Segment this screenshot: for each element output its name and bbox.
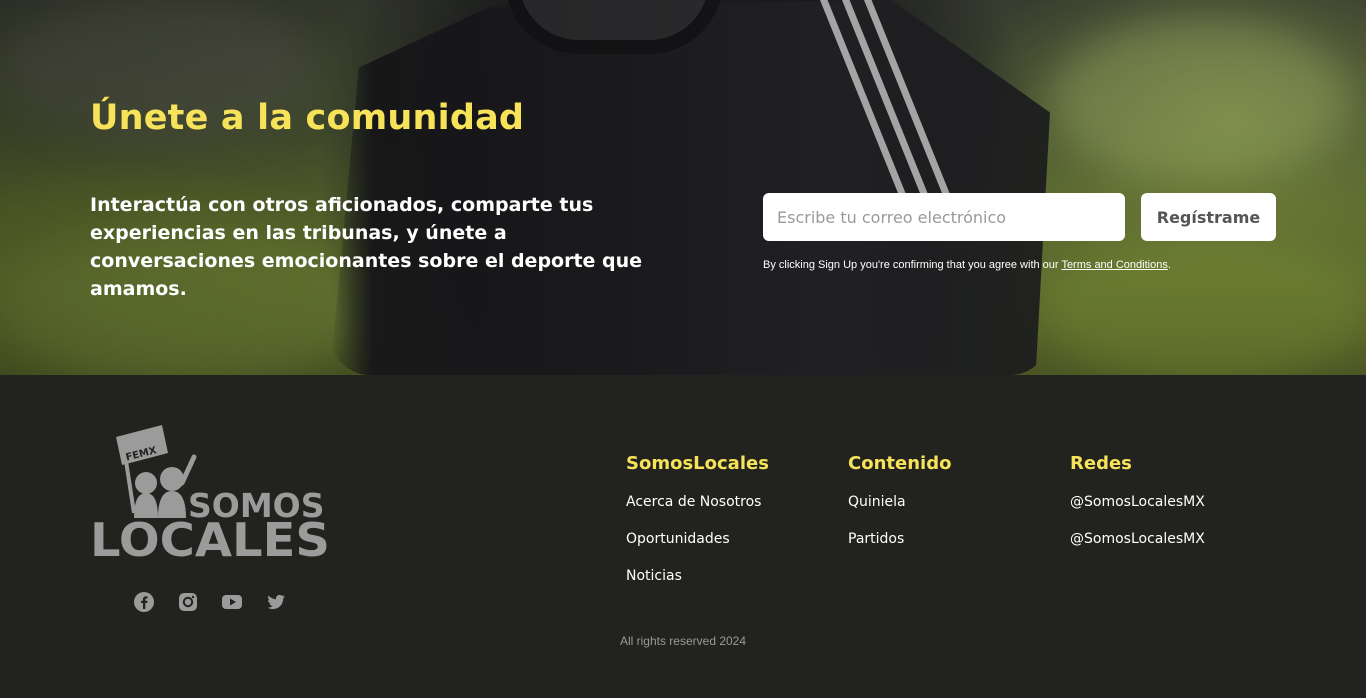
twitter-icon[interactable] — [265, 591, 287, 613]
hero-overlay — [0, 0, 1366, 375]
social-links — [133, 591, 287, 613]
copyright-text: All rights reserved 2024 — [619, 634, 747, 648]
logo-word-locales: LOCALES — [90, 513, 330, 563]
footer-column-contenido: Contenido Quiniela Partidos — [848, 453, 951, 568]
footer-column-somoslocales: SomosLocales Acerca de Nosotros Oportuni… — [626, 453, 769, 605]
footer-link-social-handle[interactable]: @SomosLocalesMX — [1070, 531, 1205, 548]
terms-suffix: . — [1167, 259, 1171, 271]
somos-locales-logo[interactable]: FEMX SOMOS LOCALES — [90, 423, 335, 563]
hero-section: Únete a la comunidad Interactúa con otro… — [0, 0, 1366, 375]
footer-link-oportunidades[interactable]: Oportunidades — [626, 531, 769, 548]
logo-fan-head — [160, 467, 184, 491]
footer-link-social-handle[interactable]: @SomosLocalesMX — [1070, 494, 1205, 511]
terms-notice: By clicking Sign Up you're confirming th… — [763, 259, 1171, 271]
logo-fan-arm — [179, 454, 197, 486]
page: Únete a la comunidad Interactúa con otro… — [0, 0, 1366, 698]
hero-title: Únete a la comunidad — [90, 98, 525, 138]
footer-column-redes: Redes @SomosLocalesMX @SomosLocalesMX — [1070, 453, 1205, 568]
logo-fan-head — [135, 472, 157, 494]
email-input[interactable] — [763, 193, 1125, 241]
footer-link-quiniela[interactable]: Quiniela — [848, 494, 951, 511]
terms-text: By clicking Sign Up you're confirming th… — [763, 259, 1062, 271]
youtube-icon[interactable] — [221, 591, 243, 613]
column-title: Contenido — [848, 453, 952, 474]
hero-description: Interactúa con otros aficionados, compar… — [90, 194, 643, 300]
footer-link-acerca[interactable]: Acerca de Nosotros — [626, 494, 769, 511]
facebook-icon[interactable] — [133, 591, 155, 613]
column-title: SomosLocales — [626, 453, 769, 474]
footer: FEMX SOMOS LOCALES SomosLocales Acerca d… — [0, 375, 1366, 698]
footer-link-partidos[interactable]: Partidos — [848, 531, 951, 548]
footer-link-noticias[interactable]: Noticias — [626, 568, 769, 585]
instagram-icon[interactable] — [177, 591, 199, 613]
register-button[interactable]: Regístrame — [1141, 193, 1276, 241]
column-title: Redes — [1070, 453, 1132, 474]
terms-link[interactable]: Terms and Conditions — [1061, 259, 1167, 271]
